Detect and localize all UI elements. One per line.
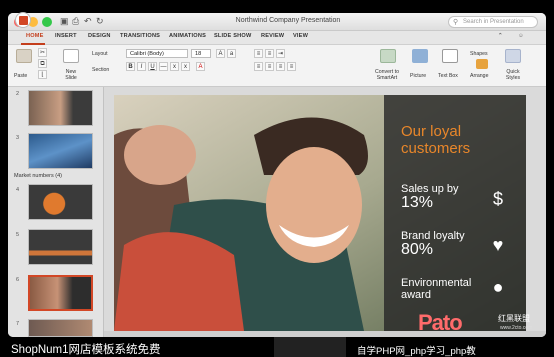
- undo-icon[interactable]: ↶: [84, 16, 92, 27]
- new-slide-label: New Slide: [65, 69, 77, 81]
- quick-styles-label: Quick Styles: [505, 69, 521, 81]
- tab-slide-show[interactable]: SLIDE SHOW: [214, 33, 251, 39]
- paste-label: Paste: [14, 73, 28, 79]
- slide-number: 5: [16, 232, 20, 238]
- picture-label: Picture: [410, 73, 427, 79]
- caption-divider: [274, 337, 346, 357]
- ribbon-home: Paste ✂ ⧉ ⌊ New Slide Layout Section Cal…: [8, 45, 546, 87]
- grow-font-icon[interactable]: A: [216, 49, 225, 58]
- picture-icon[interactable]: [412, 49, 428, 63]
- copy-icon[interactable]: ⧉: [38, 59, 47, 68]
- globe-award-icon: ●: [492, 277, 504, 297]
- site-logo-icon: [15, 12, 31, 28]
- numbering-icon[interactable]: ≡: [265, 49, 274, 58]
- arrange-label: Arrange: [470, 73, 489, 79]
- slide-number: 2: [16, 91, 20, 97]
- slide-thumbnail-4[interactable]: [28, 184, 93, 220]
- shapes-button[interactable]: Shapes: [470, 51, 488, 57]
- sales-value: 13%: [401, 194, 434, 211]
- tab-view[interactable]: VIEW: [293, 33, 308, 39]
- smiley-feedback-icon[interactable]: ☺: [518, 33, 524, 39]
- search-icon: ⚲: [453, 19, 459, 26]
- tab-design[interactable]: DESIGN: [88, 33, 111, 39]
- section-button[interactable]: Section: [92, 67, 109, 73]
- slide-thumbnail-7[interactable]: [28, 319, 93, 337]
- font-size-select[interactable]: 18: [191, 49, 211, 58]
- print-icon[interactable]: ⎙: [72, 16, 79, 27]
- quick-styles-icon[interactable]: [505, 49, 521, 63]
- search-placeholder: Search in Presentation: [463, 19, 524, 25]
- tab-insert[interactable]: INSERT: [55, 33, 77, 39]
- strikethrough-button[interactable]: —: [159, 62, 168, 71]
- award-label: Environmental award: [401, 277, 472, 301]
- ribbon-tabs: HOME INSERT DESIGN TRANSITIONS ANIMATION…: [8, 31, 546, 45]
- loyalty-value: 80%: [401, 241, 434, 258]
- align-left-icon[interactable]: ≡: [254, 62, 263, 71]
- redo-icon[interactable]: ↻: [96, 16, 104, 27]
- watermark-logo: Pato: [418, 310, 463, 335]
- align-right-icon[interactable]: ≡: [276, 62, 285, 71]
- tab-review[interactable]: REVIEW: [261, 33, 284, 39]
- superscript-button[interactable]: x: [170, 62, 179, 71]
- convert-smartart-label: Convert to SmartArt: [375, 69, 399, 81]
- slide-editor: Our loyal customers Sales up by 13% $ Br…: [104, 87, 546, 337]
- tab-home[interactable]: HOME: [26, 33, 44, 39]
- slide-thumbnail-6-selected[interactable]: [28, 275, 93, 311]
- italic-button[interactable]: I: [137, 62, 146, 71]
- align-center-icon[interactable]: ≡: [265, 62, 274, 71]
- justify-icon[interactable]: ≡: [287, 62, 296, 71]
- paste-icon[interactable]: [16, 49, 32, 63]
- slide-thumbnail-5[interactable]: [28, 229, 93, 265]
- dollar-arrow-icon: $: [492, 189, 503, 209]
- save-icon[interactable]: ▣: [60, 16, 69, 27]
- indent-icon[interactable]: ⇥: [276, 49, 285, 58]
- stats-panel: Our loyal customers Sales up by 13% $ Br…: [384, 95, 526, 331]
- watermark: Pato 红黑联盟 www.2cto.com: [418, 310, 554, 338]
- window-title: Northwind Company Presentation: [235, 17, 341, 24]
- tab-animations[interactable]: ANIMATIONS: [169, 33, 206, 39]
- text-box-icon[interactable]: [442, 49, 458, 63]
- search-input[interactable]: ⚲ Search in Presentation: [448, 16, 538, 28]
- screenshot-frame: ▣ ⎙ ↶ ↻ Northwind Company Presentation ⚲…: [0, 0, 554, 357]
- slide-thumbnails-pane: 2 3 Market numbers (4) 4 5 6 7: [8, 87, 104, 337]
- shrink-font-icon[interactable]: a: [227, 49, 236, 58]
- bold-button[interactable]: B: [126, 62, 135, 71]
- slide-thumbnail-3[interactable]: [28, 133, 93, 169]
- convert-smartart-icon[interactable]: [380, 49, 396, 63]
- bullets-icon[interactable]: ≡: [254, 49, 263, 58]
- slide-number: 7: [16, 321, 20, 327]
- section-market-numbers[interactable]: Market numbers (4): [14, 173, 62, 179]
- caption-left: ShopNum1网店模板系统免费: [0, 337, 274, 357]
- watermark-url: www.2cto.com: [500, 325, 533, 331]
- tab-transitions[interactable]: TRANSITIONS: [120, 33, 160, 39]
- slide-thumbnail-2[interactable]: [28, 90, 93, 126]
- slide-number: 3: [16, 135, 20, 141]
- arrange-icon[interactable]: [476, 59, 488, 69]
- zoom-window-button[interactable]: [42, 17, 52, 27]
- underline-button[interactable]: U: [148, 62, 157, 71]
- collapse-ribbon-icon[interactable]: ⌃: [498, 33, 503, 39]
- slide-title: Our loyal customers: [401, 123, 471, 157]
- font-color-button[interactable]: A: [196, 62, 205, 71]
- heart-icon: ♥: [492, 235, 504, 255]
- watermark-subtitle: 红黑联盟: [498, 314, 530, 323]
- cut-icon[interactable]: ✂: [38, 48, 47, 57]
- subscript-button[interactable]: x: [181, 62, 190, 71]
- current-slide[interactable]: Our loyal customers Sales up by 13% $ Br…: [114, 95, 526, 331]
- slide-number: 4: [16, 187, 20, 193]
- layout-button[interactable]: Layout: [92, 51, 108, 57]
- text-box-label: Text Box: [438, 73, 458, 79]
- title-bar: ▣ ⎙ ↶ ↻ Northwind Company Presentation ⚲…: [8, 13, 546, 31]
- font-name-select[interactable]: Calibri (Body): [126, 49, 188, 58]
- caption-right: 自学PHP网_php学习_php教: [346, 337, 554, 357]
- new-slide-icon[interactable]: [63, 49, 79, 63]
- powerpoint-window: ▣ ⎙ ↶ ↻ Northwind Company Presentation ⚲…: [8, 13, 546, 337]
- slide-number: 6: [16, 277, 20, 283]
- format-painter-icon[interactable]: ⌊: [38, 70, 47, 79]
